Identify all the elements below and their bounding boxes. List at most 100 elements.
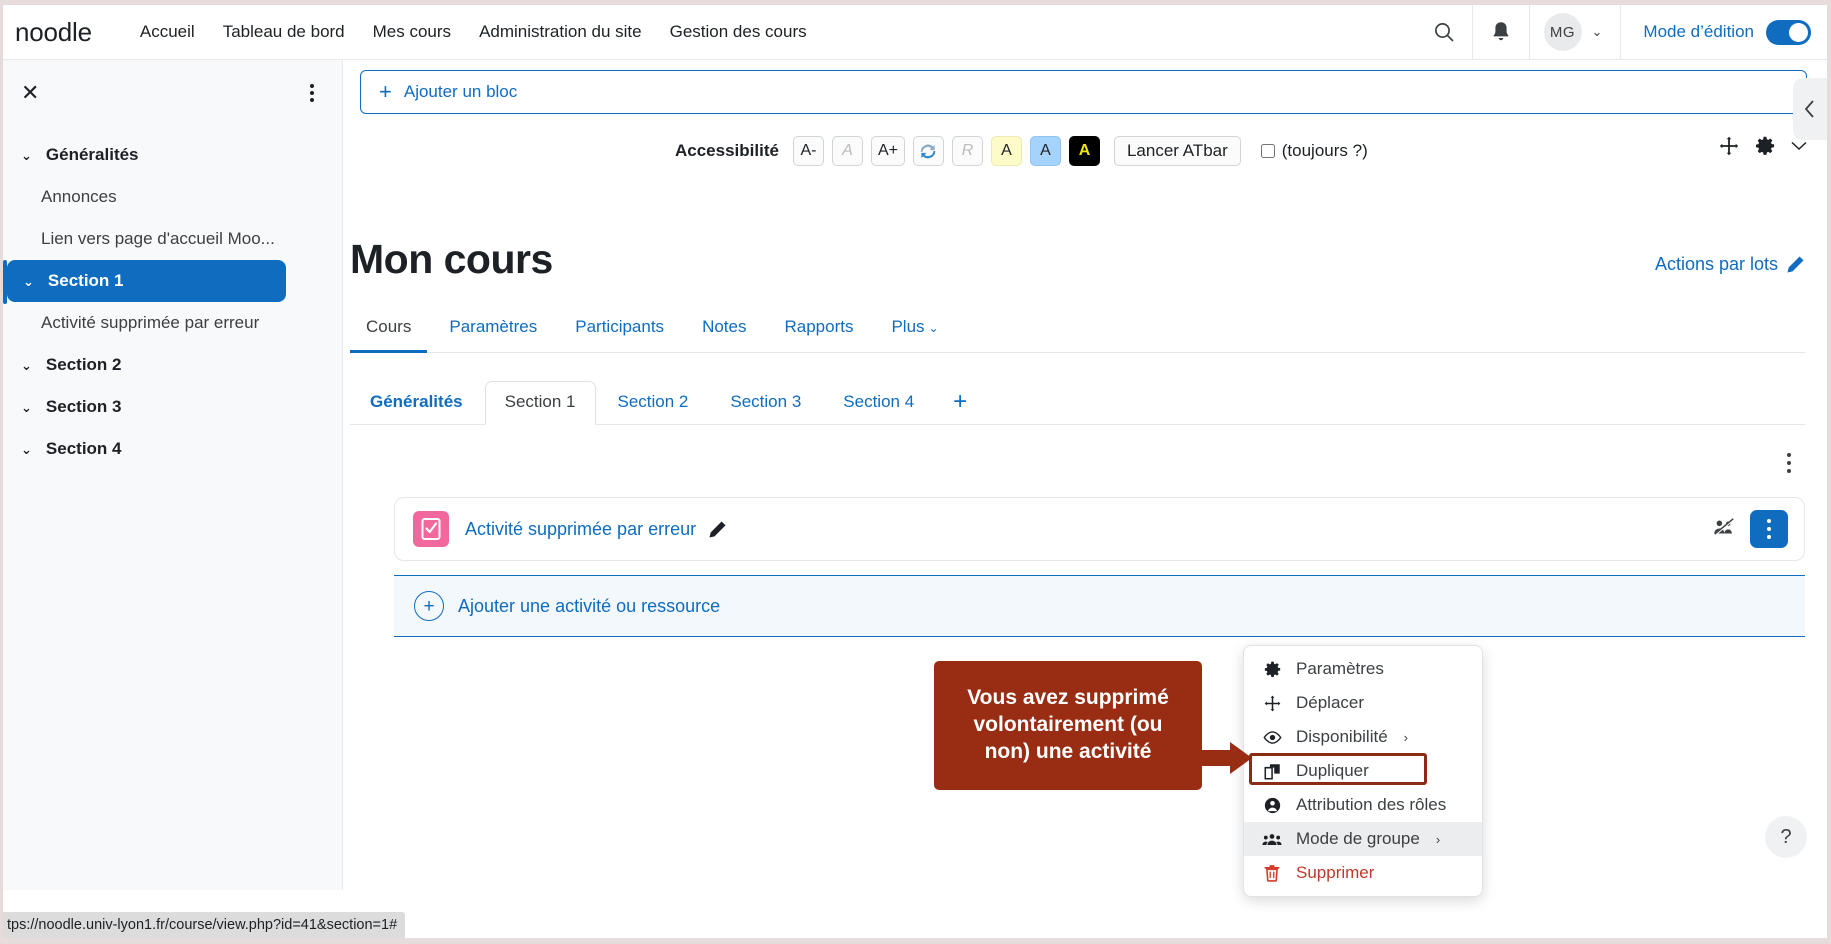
nav-item-accueil[interactable]: Accueil (126, 16, 209, 48)
sidebar-section-section-4[interactable]: ⌄ Section 4 (5, 428, 336, 470)
rename-activity-button[interactable] (708, 520, 727, 539)
site-logo[interactable]: noodle (15, 17, 92, 48)
edit-mode-switch[interactable]: Mode d’édition (1621, 5, 1827, 60)
sidebar-section-section-3[interactable]: ⌄ Section 3 (5, 386, 336, 428)
browser-window: noodle Accueil Tableau de bord Mes cours… (0, 0, 1831, 944)
assignment-icon (413, 511, 449, 547)
activity-card: Activité supprimée par erreur (394, 497, 1805, 561)
yellow-contrast-button[interactable]: A (990, 136, 1022, 166)
accessibility-label: Accessibilité (675, 141, 779, 160)
section-tabs: Généralités Section 1 Section 2 Section … (350, 381, 1805, 425)
chevron-right-icon: › (1435, 831, 1441, 847)
launch-atbar-button[interactable]: Lancer ATbar (1113, 136, 1241, 166)
tab-participants[interactable]: Participants (559, 307, 680, 353)
always-launch-checkbox-wrapper[interactable]: (toujours ?) (1260, 141, 1368, 161)
menu-item-parametres[interactable]: Paramètres (1244, 652, 1482, 686)
reset-font-button[interactable]: A (831, 136, 863, 166)
activity-kebab-menu-button[interactable] (1750, 510, 1788, 548)
menu-item-disponibilite[interactable]: Disponibilité › (1244, 720, 1482, 754)
decrease-font-button[interactable]: A- (792, 136, 824, 166)
nav-item-tableau-de-bord[interactable]: Tableau de bord (209, 16, 359, 48)
menu-item-deplacer[interactable]: Déplacer (1244, 686, 1482, 720)
section-tab-section-2[interactable]: Section 2 (598, 381, 709, 425)
gear-icon[interactable] (1755, 136, 1775, 156)
user-menu[interactable]: MG ⌄ (1530, 5, 1621, 60)
move-icon[interactable] (1719, 136, 1739, 156)
blue-contrast-button[interactable]: A (1029, 136, 1061, 166)
menu-item-attribution-des-roles[interactable]: Attribution des rôles (1244, 788, 1482, 822)
sidebar-toolbar: ✕ (3, 70, 342, 112)
course-primary-tabs: Cours Paramètres Participants Notes Rapp… (350, 307, 1805, 353)
sidebar-section-label: Section 1 (47, 271, 124, 290)
refresh-button[interactable] (912, 136, 944, 166)
menu-item-label: Paramètres (1296, 659, 1384, 678)
plus-icon: + (379, 79, 392, 104)
sidebar-item-activite-supprimee[interactable]: Activité supprimée par erreur (3, 302, 342, 344)
add-block-button[interactable]: + Ajouter un bloc (360, 70, 1807, 114)
chevron-down-icon: ⌄ (21, 147, 32, 163)
move-icon (1262, 695, 1282, 712)
notifications-button[interactable] (1473, 5, 1529, 60)
chevron-down-icon[interactable] (1791, 141, 1807, 151)
section-tab-section-4[interactable]: Section 4 (823, 381, 934, 425)
tab-notes[interactable]: Notes (686, 307, 762, 353)
edit-mode-toggle[interactable] (1766, 19, 1811, 45)
menu-item-supprimer[interactable]: Supprimer (1244, 856, 1482, 890)
always-launch-checkbox[interactable] (1260, 144, 1275, 158)
add-activity-button[interactable]: + Ajouter une activité ou ressource (394, 575, 1805, 637)
help-button[interactable]: ? (1765, 816, 1807, 858)
sidebar-item-lien-accueil[interactable]: Lien vers page d'accueil Moo... (3, 218, 342, 260)
chevron-down-icon: ⌄ (21, 357, 32, 373)
avatar: MG (1543, 13, 1582, 51)
search-button[interactable] (1416, 5, 1472, 60)
duplicate-icon (1262, 763, 1282, 780)
activity-name-link[interactable]: Activité supprimée par erreur (465, 519, 696, 540)
section-tab-generalites[interactable]: Généralités (350, 381, 483, 425)
menu-item-label: Déplacer (1296, 693, 1365, 712)
chevron-left-icon (1804, 100, 1814, 118)
reset-styles-button[interactable]: R (951, 136, 983, 166)
edit-mode-label: Mode d’édition (1643, 22, 1754, 41)
section-kebab-menu-icon[interactable] (1779, 447, 1799, 479)
sidebar-section-label: Généralités (45, 145, 139, 164)
bell-icon (1493, 22, 1508, 41)
close-icon[interactable]: ✕ (21, 82, 39, 104)
increase-font-button[interactable]: A+ (870, 136, 905, 166)
chevron-down-icon: ⌄ (21, 441, 32, 457)
chevron-down-icon: ⌄ (21, 399, 32, 415)
tab-parametres[interactable]: Paramètres (433, 307, 553, 353)
open-right-drawer-button[interactable] (1793, 78, 1827, 140)
browser-status-url: tps://noodle.univ-lyon1.fr/course/view.p… (3, 912, 406, 938)
annotation-callout: Vous avez supprimé volontairement (ou no… (934, 661, 1202, 790)
add-section-button[interactable]: + (936, 383, 984, 425)
section-tab-section-1[interactable]: Section 1 (484, 381, 596, 425)
sidebar-section-section-1[interactable]: ⌄ Section 1 (7, 260, 286, 302)
black-contrast-button[interactable]: A (1068, 136, 1100, 166)
section-tab-section-3[interactable]: Section 3 (710, 381, 821, 425)
course-index-list: ⌄ Généralités Annonces Lien vers page d'… (3, 134, 342, 470)
always-launch-label: (toujours ?) (1281, 141, 1368, 160)
sidebar-section-section-2[interactable]: ⌄ Section 2 (5, 344, 336, 386)
header-right-controls: MG ⌄ Mode d’édition (1416, 4, 1827, 60)
window-chrome-right (1827, 0, 1831, 944)
sidebar-item-annonces[interactable]: Annonces (3, 176, 342, 218)
menu-item-dupliquer[interactable]: Dupliquer (1244, 754, 1482, 788)
bulk-actions-button[interactable]: Actions par lots (1655, 254, 1805, 275)
chevron-down-icon: ⌄ (928, 321, 939, 335)
tab-plus[interactable]: Plus ⌄ (875, 307, 954, 353)
sidebar-section-generalites[interactable]: ⌄ Généralités (5, 134, 336, 176)
nav-item-mes-cours[interactable]: Mes cours (359, 16, 465, 48)
no-groups-icon[interactable] (1712, 517, 1736, 542)
menu-item-mode-de-groupe[interactable]: Mode de groupe › (1244, 822, 1482, 856)
site-header: noodle Accueil Tableau de bord Mes cours… (3, 4, 1827, 60)
menu-item-label: Attribution des rôles (1296, 795, 1447, 814)
tab-rapports[interactable]: Rapports (768, 307, 869, 353)
active-section-marker (3, 260, 7, 304)
tab-cours[interactable]: Cours (350, 307, 428, 353)
nav-item-administration-du-site[interactable]: Administration du site (465, 16, 656, 48)
refresh-icon (921, 144, 936, 159)
sidebar-kebab-menu-icon[interactable] (304, 80, 320, 106)
nav-item-gestion-des-cours[interactable]: Gestion des cours (656, 16, 821, 48)
sidebar-section-label: Section 2 (45, 355, 122, 374)
add-block-label: Ajouter un bloc (403, 82, 518, 101)
